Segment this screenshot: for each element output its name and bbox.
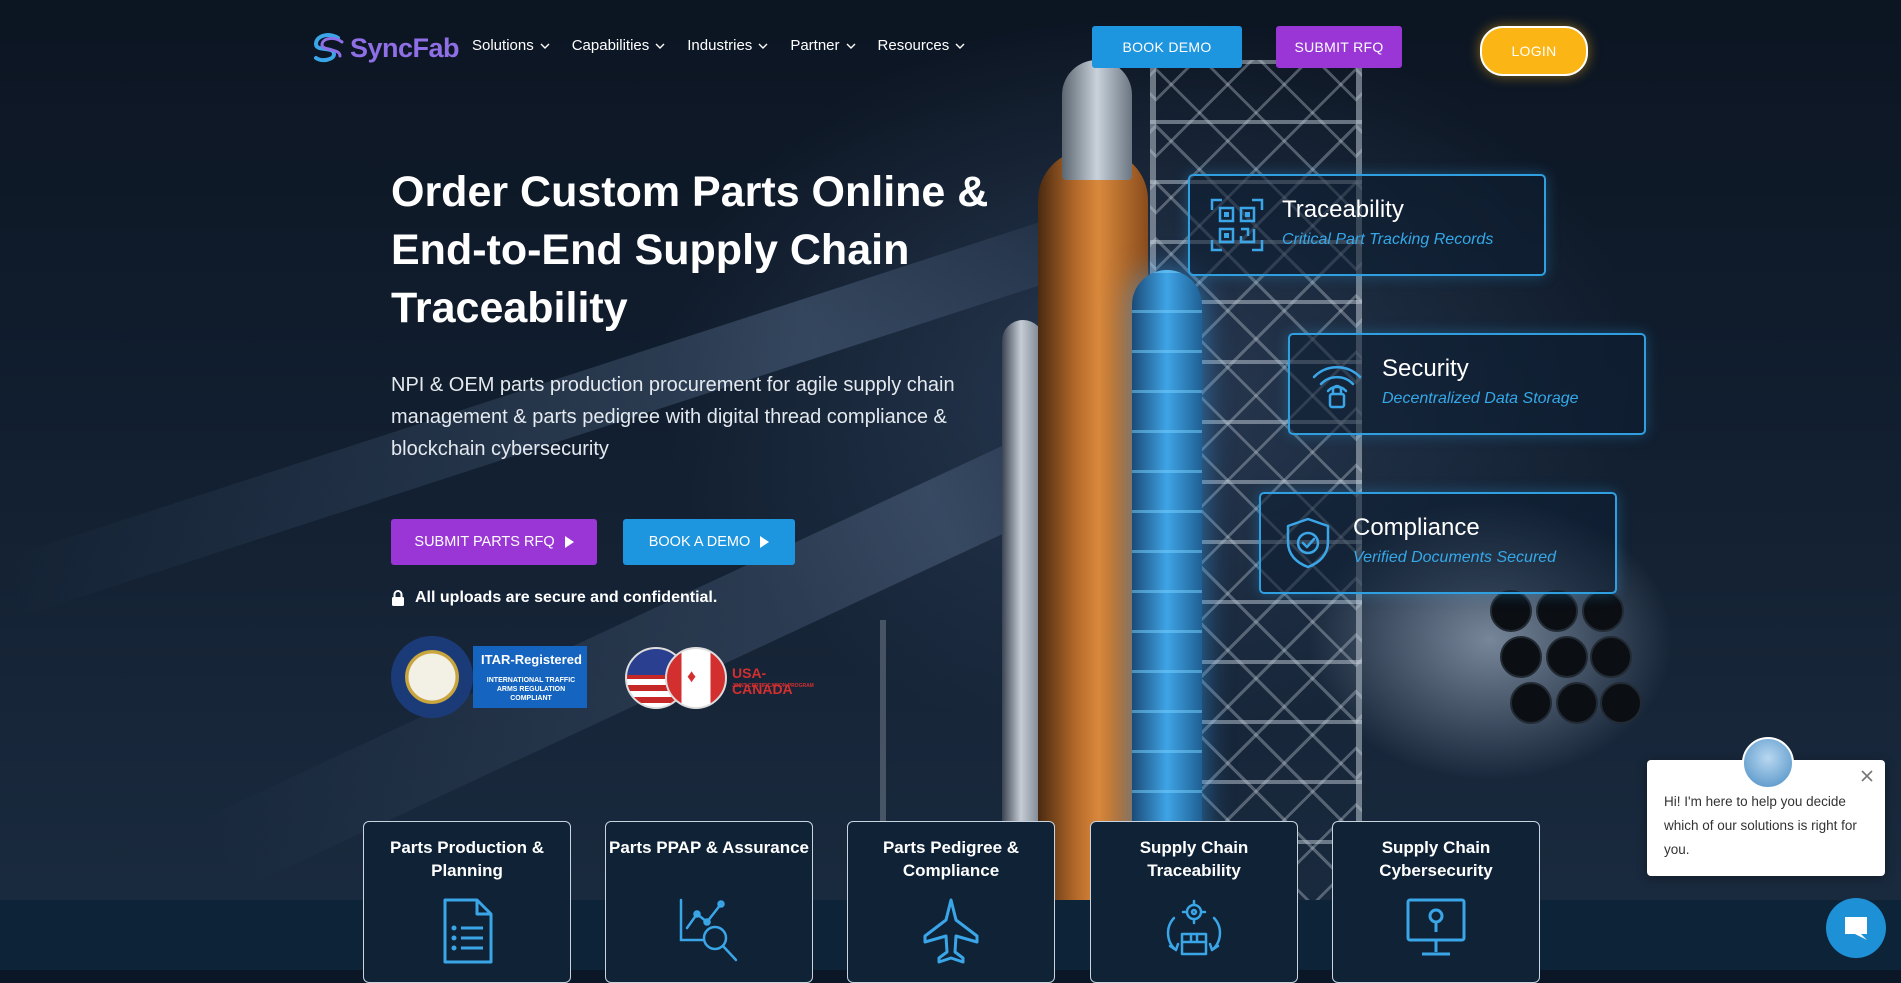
category-card-parts-production[interactable]: Parts Production & Planning — [363, 821, 571, 983]
chevron-down-icon — [758, 43, 768, 49]
category-title: Parts Pedigree & Compliance — [882, 838, 1020, 880]
lock-icon — [392, 590, 404, 606]
itar-registered-badge: ITAR-Registered INTERNATIONAL TRAFFIC AR… — [391, 636, 587, 718]
chevron-down-icon — [846, 43, 856, 49]
feature-subtitle: Decentralized Data Storage — [1382, 390, 1579, 407]
menu-item-industries[interactable]: Industries — [687, 37, 768, 54]
shield-check-icon — [1286, 517, 1330, 569]
secure-uploads-note: All uploads are secure and confidential. — [391, 589, 717, 607]
submit-rfq-button[interactable]: SUBMIT RFQ — [1276, 26, 1402, 68]
itar-title: ITAR-Registered — [481, 652, 582, 667]
feature-title: Security — [1382, 355, 1469, 382]
book-demo-button[interactable]: BOOK DEMO — [1092, 26, 1242, 68]
feature-title: Compliance — [1353, 514, 1480, 541]
menu-item-label: Resources — [877, 37, 950, 54]
usa-canada-jcp-badge: ♦ USA-CANADA JOINT CERTIFICATION PROGRAM — [625, 647, 825, 709]
close-icon[interactable] — [1859, 768, 1875, 784]
headline-line-1: Order Custom Parts Online & — [391, 168, 989, 216]
itar-label-box: ITAR-Registered INTERNATIONAL TRAFFIC AR… — [473, 646, 587, 708]
rocket-highlighted-booster — [1132, 270, 1202, 900]
play-arrow-icon — [760, 536, 770, 548]
feature-card-security: Security Decentralized Data Storage — [1288, 333, 1646, 435]
menu-item-label: Solutions — [472, 37, 534, 54]
category-title: Supply Chain Cybersecurity — [1379, 838, 1493, 880]
category-card-supply-chain-cybersecurity[interactable]: Supply Chain Cybersecurity — [1332, 821, 1540, 983]
hero-subtext: NPI & OEM parts production procurement f… — [391, 374, 955, 460]
headline-line-2: End-to-End Supply Chain — [391, 226, 910, 274]
qr-code-icon — [1210, 198, 1264, 252]
category-title: Parts Production & Planning — [390, 838, 544, 880]
hero-headline: Order Custom Parts Online & End-to-End S… — [391, 163, 1031, 337]
logo-text: SyncFab — [350, 32, 460, 63]
menu-item-resources[interactable]: Resources — [878, 37, 966, 54]
menu-item-capabilities[interactable]: Capabilities — [572, 37, 666, 54]
feature-subtitle: Verified Documents Secured — [1353, 549, 1557, 566]
chevron-down-icon — [540, 43, 550, 49]
menu-item-label: Partner — [790, 37, 840, 54]
menu-item-label: Industries — [687, 37, 753, 54]
category-title: Parts PPAP & Assurance — [609, 838, 809, 857]
feature-subtitle: Critical Part Tracking Records — [1282, 231, 1494, 248]
chat-message: Hi! I'm here to help you decide which of… — [1664, 794, 1857, 857]
cta-label: BOOK A DEMO — [648, 534, 751, 550]
gear-box-cycle-icon — [1166, 899, 1222, 956]
play-arrow-icon — [564, 536, 574, 548]
login-button[interactable]: LOGIN — [1480, 26, 1588, 76]
category-card-parts-pedigree[interactable]: Parts Pedigree & Compliance — [847, 821, 1055, 983]
chat-icon — [1845, 917, 1867, 940]
itar-subtitle: INTERNATIONAL TRAFFIC ARMS REGULATION CO… — [486, 677, 576, 702]
document-list-icon — [443, 898, 493, 964]
menu-item-label: Capabilities — [571, 37, 650, 54]
syncfab-logo[interactable]: SyncFab — [310, 28, 460, 68]
chat-agent-avatar — [1742, 737, 1794, 789]
secure-note-text: All uploads are secure and confidential. — [415, 589, 718, 606]
cta-label: SUBMIT PARTS RFQ — [414, 534, 555, 550]
feature-card-traceability: Traceability Critical Part Tracking Reco… — [1188, 174, 1546, 276]
menu-item-solutions[interactable]: Solutions — [472, 37, 550, 54]
chevron-down-icon — [655, 43, 665, 49]
feature-card-compliance: Compliance Verified Documents Secured — [1259, 492, 1617, 594]
usca-title: USA-CANADA — [732, 665, 793, 697]
category-card-parts-ppap[interactable]: Parts PPAP & Assurance — [605, 821, 813, 983]
wifi-lock-icon — [1312, 366, 1362, 409]
canada-flag-icon: ♦ — [665, 647, 727, 709]
menu-item-partner[interactable]: Partner — [790, 37, 856, 54]
chevron-down-icon — [955, 43, 965, 49]
department-of-state-seal-icon — [391, 636, 473, 718]
logo-mark-icon — [313, 33, 344, 63]
top-navigation: SyncFab Solutions Capabilities Industrie… — [0, 0, 1901, 96]
feature-title: Traceability — [1282, 196, 1404, 223]
floodlight-array — [1490, 590, 1642, 760]
submit-parts-rfq-button[interactable]: SUBMIT PARTS RFQ — [391, 519, 597, 565]
headline-line-3: Traceability — [391, 284, 628, 332]
category-title: Supply Chain Traceability — [1139, 838, 1249, 880]
chart-magnifier-icon — [679, 898, 738, 962]
chat-launcher-button[interactable] — [1826, 898, 1886, 958]
jet-icon — [923, 898, 979, 964]
main-menu: Solutions Capabilities Industries Partne… — [472, 37, 987, 54]
usca-subtitle: JOINT CERTIFICATION PROGRAM — [732, 683, 814, 689]
book-a-demo-button[interactable]: BOOK A DEMO — [623, 519, 795, 565]
monitor-lock-icon — [1406, 898, 1466, 956]
category-card-supply-chain-traceability[interactable]: Supply Chain Traceability — [1090, 821, 1298, 983]
